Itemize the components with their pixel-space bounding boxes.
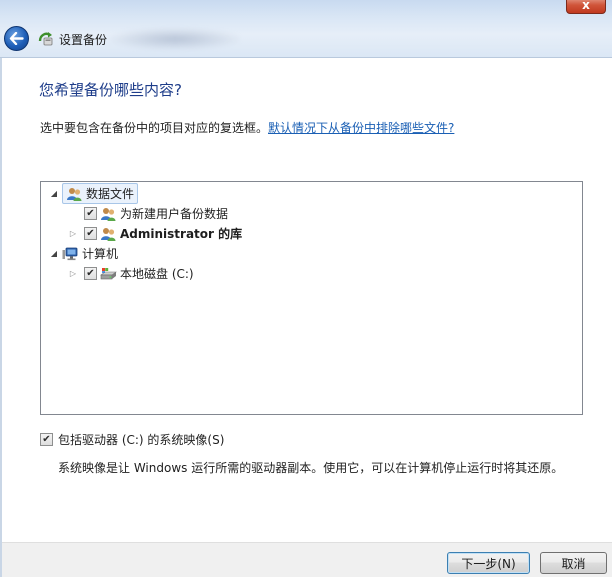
close-button[interactable]: x bbox=[566, 0, 606, 14]
expand-triangle-icon[interactable]: ◢ bbox=[49, 249, 59, 259]
instruction-label: 选中要包含在备份中的项目对应的复选框。 bbox=[40, 121, 269, 135]
tree-item-computer[interactable]: ◢ 计算机 bbox=[49, 244, 118, 263]
tree-item-label: 计算机 bbox=[82, 247, 119, 261]
tree-item-label: 为新建用户备份数据 bbox=[120, 207, 229, 221]
collapsed-triangle-icon[interactable]: ▷ bbox=[68, 269, 78, 279]
collapsed-triangle-icon[interactable]: ▷ bbox=[68, 229, 78, 239]
instruction-text: 选中要包含在备份中的项目对应的复选框。默认情况下从备份中排除哪些文件? bbox=[40, 119, 454, 136]
backup-items-tree[interactable]: ◢ 数据文件 ✔ 为新建用户备份数据 ▷ ✔ Administrator 的库 … bbox=[40, 181, 583, 415]
backup-restore-icon bbox=[38, 32, 53, 46]
window-title: 设置备份 bbox=[59, 33, 108, 47]
computer-icon bbox=[62, 247, 78, 260]
tree-item-label: Administrator 的库 bbox=[120, 227, 243, 241]
users-icon bbox=[67, 187, 82, 201]
system-image-label[interactable]: 包括驱动器 (C:) 的系统映像(S) bbox=[58, 431, 224, 448]
tree-item-new-users[interactable]: ✔ 为新建用户备份数据 bbox=[84, 204, 228, 223]
back-arrow-icon bbox=[9, 32, 24, 45]
cancel-button[interactable]: 取消 bbox=[540, 552, 607, 574]
window-frame-left bbox=[0, 58, 2, 577]
tree-item-label: 数据文件 bbox=[86, 187, 135, 201]
expand-triangle-icon[interactable]: ◢ bbox=[49, 189, 59, 199]
tree-item-local-disk[interactable]: ▷ ✔ 本地磁盘 (C:) bbox=[68, 264, 194, 283]
users-icon bbox=[101, 227, 116, 241]
local-disk-checkbox[interactable]: ✔ bbox=[84, 267, 97, 280]
users-icon bbox=[101, 207, 116, 221]
back-button[interactable] bbox=[4, 26, 29, 51]
admin-libraries-checkbox[interactable]: ✔ bbox=[84, 227, 97, 240]
next-button[interactable]: 下一步(N) bbox=[447, 552, 530, 574]
dialog-footer: 下一步(N) 取消 bbox=[2, 542, 612, 577]
drive-icon bbox=[100, 267, 117, 279]
tree-item-selection[interactable]: 数据文件 bbox=[62, 183, 139, 204]
new-users-checkbox[interactable]: ✔ bbox=[84, 207, 97, 220]
tree-item-admin-libraries[interactable]: ▷ ✔ Administrator 的库 bbox=[68, 224, 242, 243]
close-icon: x bbox=[582, 0, 590, 12]
system-image-option[interactable]: ✔ 包括驱动器 (C:) 的系统映像(S) bbox=[40, 431, 224, 448]
blurred-background-text bbox=[110, 28, 240, 50]
system-image-checkbox[interactable]: ✔ bbox=[40, 433, 53, 446]
title-bar: x 设置备份 bbox=[0, 0, 612, 58]
tree-item-data-files[interactable]: ◢ 数据文件 bbox=[49, 183, 139, 204]
excluded-files-link[interactable]: 默认情况下从备份中排除哪些文件? bbox=[268, 121, 454, 135]
system-image-note: 系统映像是让 Windows 运行所需的驱动器副本。使用它，可以在计算机停止运行… bbox=[58, 461, 564, 475]
tree-item-label: 本地磁盘 (C:) bbox=[120, 267, 194, 281]
page-heading: 您希望备份哪些内容? bbox=[39, 81, 182, 99]
